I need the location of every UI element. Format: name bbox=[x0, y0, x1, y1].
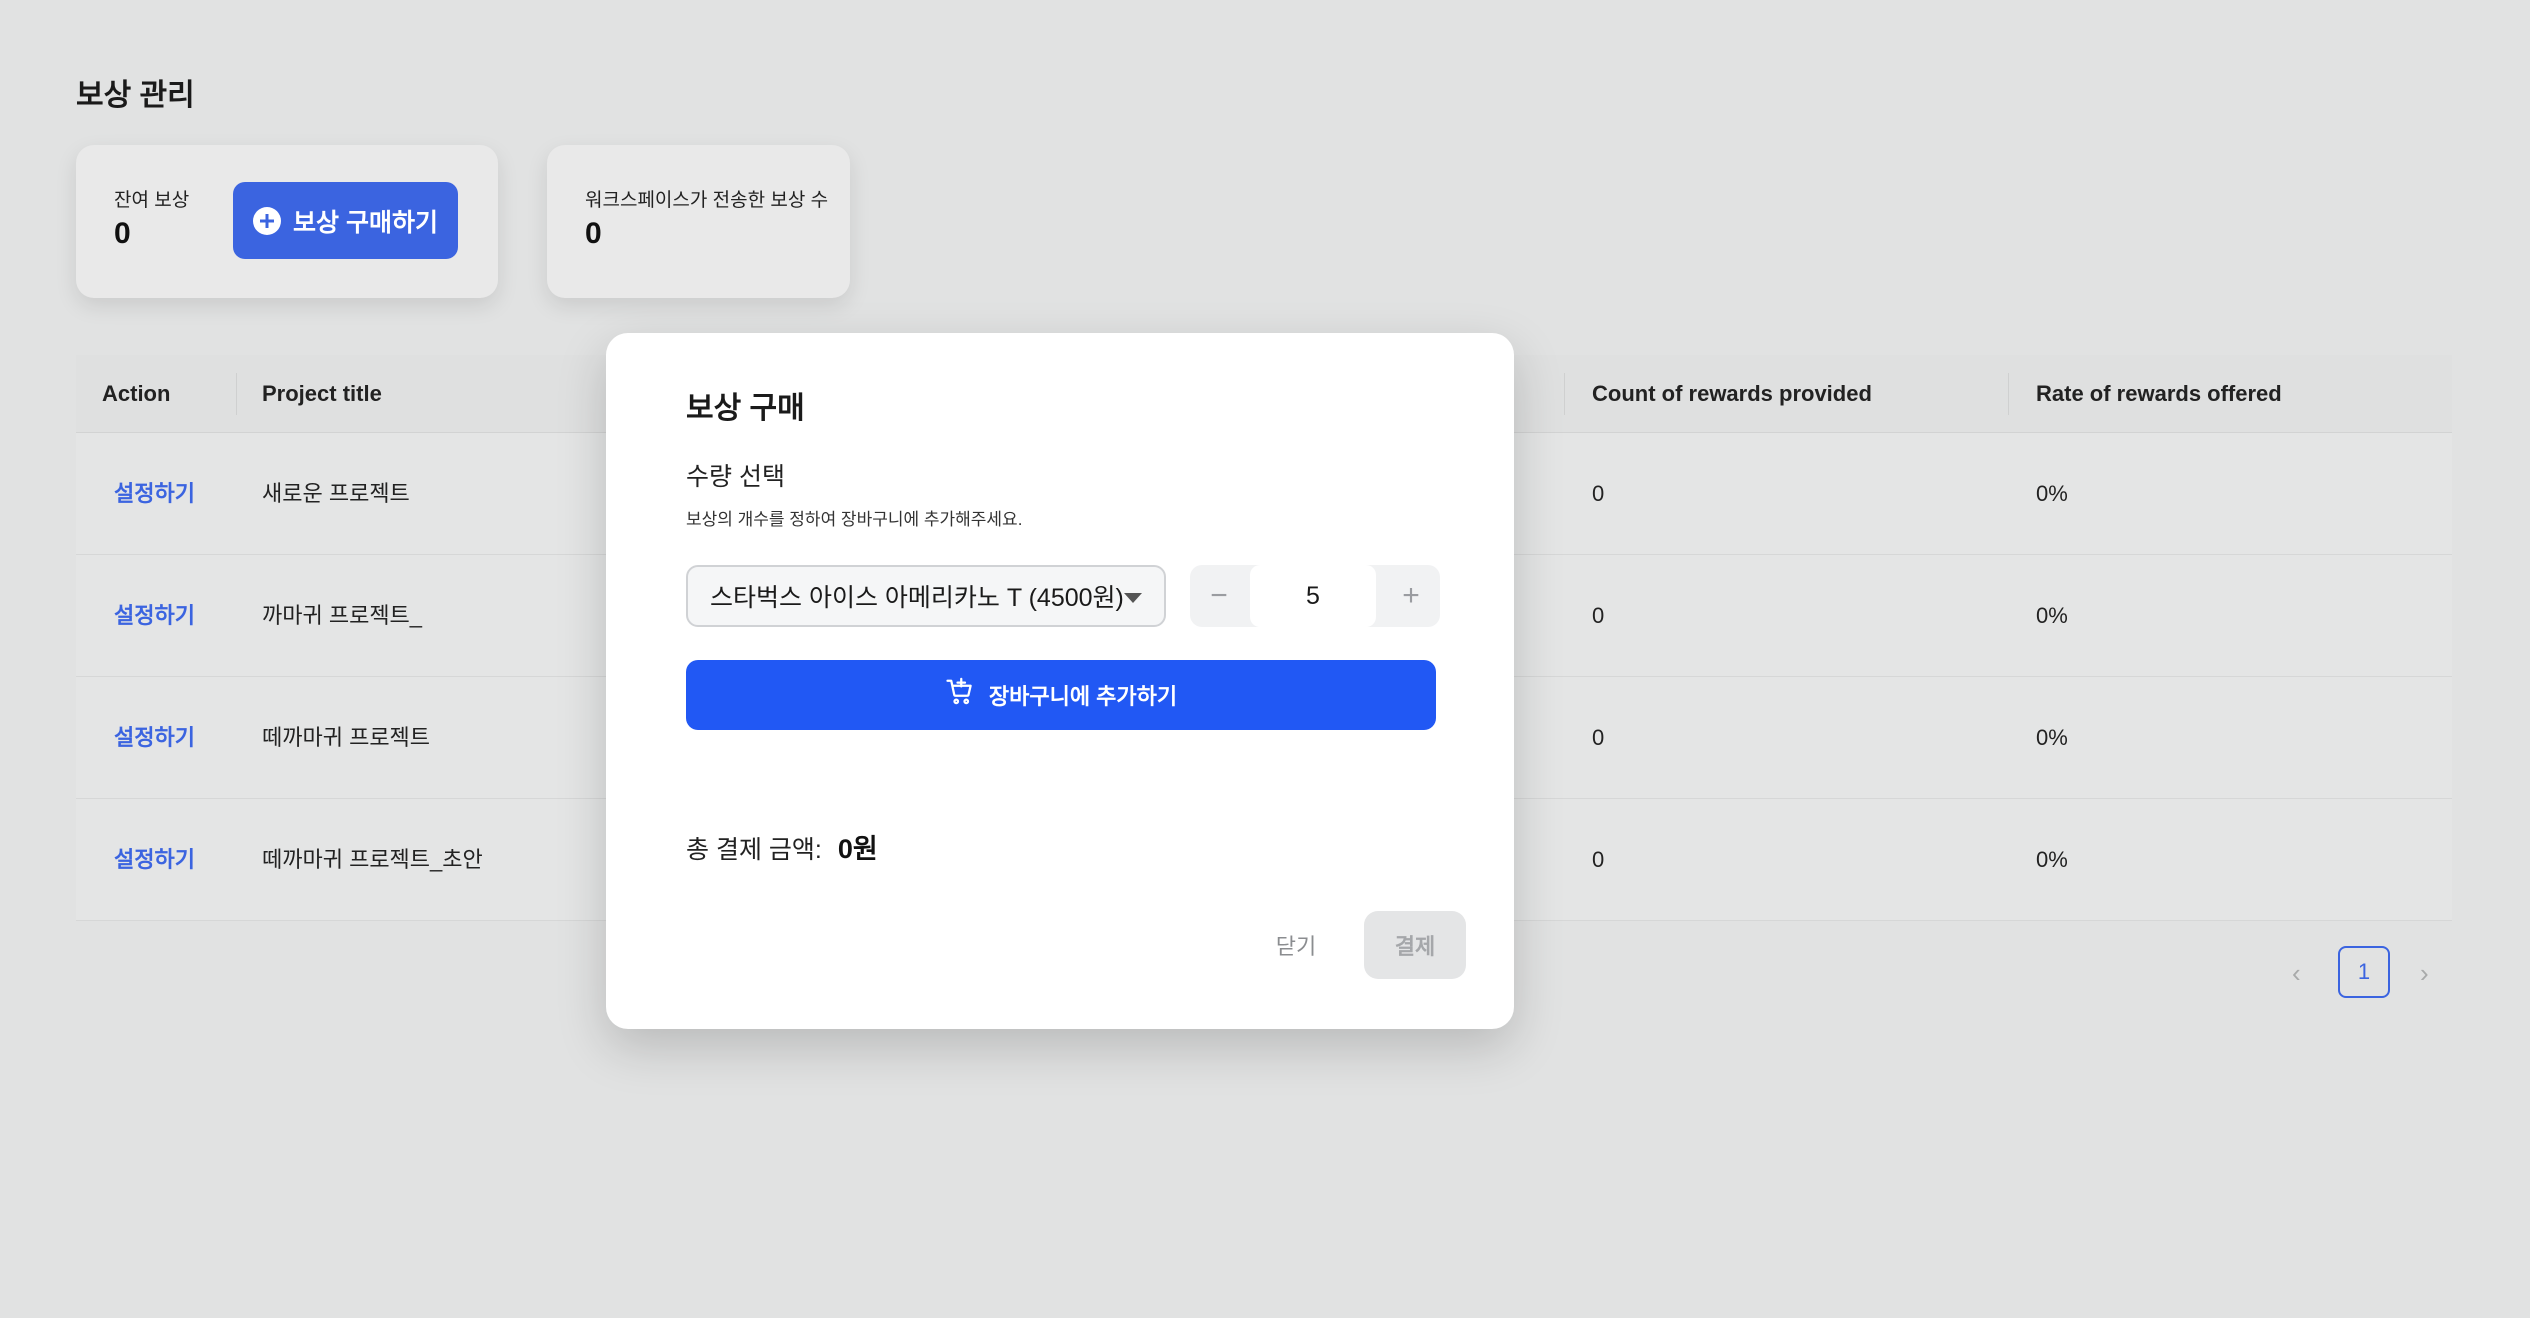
reward-management-page: 보상 관리 잔여 보상 0 보상 구매하기 워크스페이스가 전송한 보상 수 0… bbox=[0, 0, 2530, 1318]
row-rate: 0% bbox=[2036, 725, 2068, 750]
pagination: ‹ 1 › bbox=[2270, 946, 2450, 998]
total-amount: 총 결제 금액: 0원 bbox=[686, 827, 878, 866]
quantity-input[interactable] bbox=[1250, 565, 1376, 627]
sent-rewards-value: 0 bbox=[585, 217, 602, 250]
close-button[interactable]: 닫기 bbox=[1246, 911, 1346, 979]
purchase-reward-modal: 보상 구매 수량 선택 보상의 개수를 정하여 장바구니에 추가해주세요. 스타… bbox=[606, 333, 1514, 1029]
total-amount-label: 총 결제 금액: bbox=[686, 836, 822, 864]
add-to-cart-label: 장바구니에 추가하기 bbox=[988, 684, 1178, 709]
quantity-stepper: − + bbox=[1190, 565, 1440, 627]
row-project-title: 떼까마귀 프로젝트_초안 bbox=[262, 847, 483, 872]
pay-button[interactable]: 결제 bbox=[1364, 911, 1466, 979]
add-to-cart-button[interactable]: 장바구니에 추가하기 bbox=[686, 660, 1436, 730]
column-header-count: Count of rewards provided bbox=[1592, 381, 1872, 406]
previous-page-icon[interactable]: ‹ bbox=[2292, 958, 2301, 989]
row-settings-link[interactable]: 설정하기 bbox=[114, 555, 195, 677]
plus-circle-icon bbox=[253, 206, 282, 235]
row-rate: 0% bbox=[2036, 847, 2068, 872]
column-header-action: Action bbox=[102, 381, 171, 406]
remaining-rewards-card: 잔여 보상 0 보상 구매하기 bbox=[76, 145, 498, 298]
row-project-title: 새로운 프로젝트 bbox=[262, 481, 410, 506]
column-divider bbox=[1564, 373, 1565, 415]
decrease-quantity-button[interactable]: − bbox=[1190, 565, 1248, 627]
buy-rewards-button-label: 보상 구매하기 bbox=[293, 208, 438, 237]
row-project-title: 까마귀 프로젝트_ bbox=[262, 603, 423, 628]
sent-rewards-card: 워크스페이스가 전송한 보상 수 0 bbox=[547, 145, 850, 298]
row-rate: 0% bbox=[2036, 481, 2068, 506]
row-rate: 0% bbox=[2036, 603, 2068, 628]
chevron-down-icon bbox=[1124, 593, 1142, 603]
row-count: 0 bbox=[1592, 603, 1605, 628]
row-settings-link[interactable]: 설정하기 bbox=[114, 677, 195, 799]
next-page-icon[interactable]: › bbox=[2420, 958, 2429, 989]
column-header-project-title: Project title bbox=[262, 381, 382, 406]
row-count: 0 bbox=[1592, 725, 1605, 750]
column-divider bbox=[236, 373, 237, 415]
column-divider bbox=[2008, 373, 2009, 415]
total-amount-value: 0원 bbox=[837, 834, 878, 864]
product-select-value: 스타벅스 아이스 아메리카노 T (4500원) bbox=[710, 584, 1124, 612]
sent-rewards-label: 워크스페이스가 전송한 보상 수 bbox=[585, 190, 829, 211]
quantity-help-text: 보상의 개수를 정하여 장바구니에 추가해주세요. bbox=[686, 510, 1023, 529]
quantity-label: 수량 선택 bbox=[686, 463, 785, 491]
row-settings-link[interactable]: 설정하기 bbox=[114, 799, 195, 921]
page-number-button[interactable]: 1 bbox=[2338, 946, 2390, 998]
remaining-rewards-label: 잔여 보상 bbox=[114, 190, 190, 211]
row-count: 0 bbox=[1592, 481, 1605, 506]
row-project-title: 떼까마귀 프로젝트 bbox=[262, 725, 431, 750]
buy-rewards-button[interactable]: 보상 구매하기 bbox=[233, 182, 458, 259]
column-header-rate: Rate of rewards offered bbox=[2036, 381, 2282, 406]
product-select[interactable]: 스타벅스 아이스 아메리카노 T (4500원) bbox=[686, 565, 1166, 627]
page-title: 보상 관리 bbox=[76, 79, 195, 112]
cart-plus-icon bbox=[945, 677, 975, 713]
modal-title: 보상 구매 bbox=[686, 392, 805, 425]
increase-quantity-button[interactable]: + bbox=[1382, 565, 1440, 627]
row-settings-link[interactable]: 설정하기 bbox=[114, 433, 195, 555]
remaining-rewards-value: 0 bbox=[114, 217, 131, 250]
row-count: 0 bbox=[1592, 847, 1605, 872]
